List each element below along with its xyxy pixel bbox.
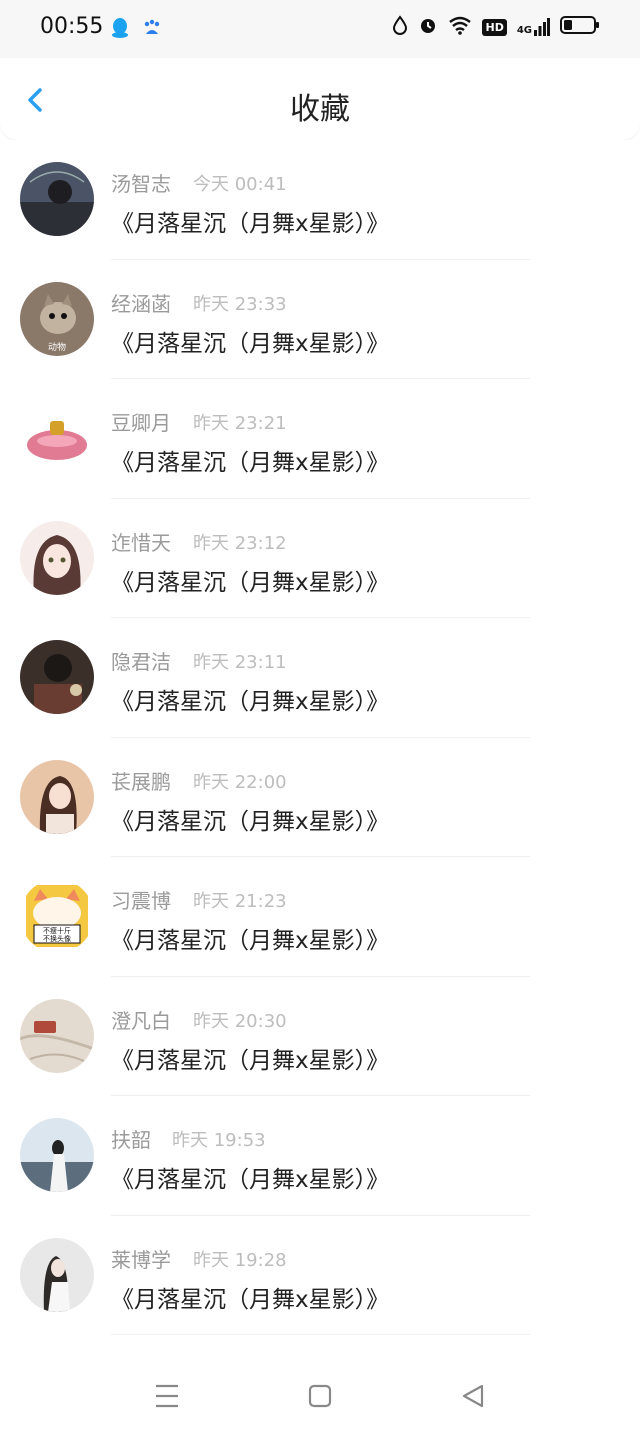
message-text: 《月落星沉（月舞x星影）》 [111,928,390,954]
message-text: 《月落星沉（月舞x星影）》 [111,330,390,357]
message-text: 《月落星沉（月舞x星影）》 [111,808,390,835]
triangle-back-icon [462,1384,484,1408]
baidu-icon [142,18,162,42]
message-text: 《月落星沉（月舞x星影）》 [111,450,390,476]
avatar [20,1118,94,1192]
avatar [20,520,94,595]
avatar [20,640,94,714]
status-bar: 00:55 HD 4G [0,0,640,58]
message-text: 《月落星沉（月舞x星影）》 [111,1286,390,1313]
timestamp: 昨天 23:11 [193,652,287,673]
svg-text:不瘦十斤: 不瘦十斤 [43,926,71,935]
nav-back-button[interactable] [453,1378,493,1414]
timestamp: 昨天 19:53 [172,1130,266,1151]
list-item[interactable]: 澄凡白 昨天 20:30 《月落星沉（月舞x星影）》 [0,977,640,1096]
avatar [20,1237,94,1312]
avatar: 动物 [20,281,94,356]
system-nav-bar [0,1360,640,1433]
list-item[interactable]: 豆卿月 昨天 23:21 《月落星沉（月舞x星影）》 [0,379,640,499]
avatar [20,759,94,834]
list-item[interactable]: 动物 经涵菡 昨天 23:33 《月落星沉（月舞x星影）》 [0,260,640,379]
contact-name: 莱博学 [111,1247,171,1272]
header-bar: 收藏 [0,58,640,140]
list-item[interactable]: 迮惜天 昨天 23:12 《月落星沉（月舞x星影）》 [0,499,640,618]
timestamp: 昨天 23:21 [193,413,287,434]
hd-badge: HD [482,18,507,36]
list-item[interactable]: 不瘦十斤 不换头像 习震博 昨天 21:23 《月落星沉（月舞x星影）》 [0,857,640,977]
list-item[interactable]: 汤智志 今天 00:41 《月落星沉（月舞x星影）》 [0,140,640,260]
wifi-icon [448,15,472,39]
signal-label: 4G [516,25,532,36]
home-button[interactable] [300,1378,340,1414]
contact-name: 隐君洁 [111,650,171,674]
list-item[interactable]: 隐君洁 昨天 23:11 《月落星沉（月舞x星影）》 [0,618,640,738]
message-text: 《月落星沉（月舞x星影）》 [111,569,390,596]
menu-icon [156,1384,178,1408]
avatar-text: 动物 [48,341,66,353]
contact-name: 汤智志 [111,172,171,196]
page-title: 收藏 [290,92,350,127]
battery-icon [560,15,600,39]
message-text: 《月落星沉（月舞x星影）》 [111,1167,390,1193]
timestamp: 昨天 20:30 [193,1010,287,1032]
status-time: 00:55 [40,14,104,39]
contact-name: 苌展鹏 [111,769,171,794]
timestamp: 昨天 23:12 [193,532,287,554]
contact-name: 扶韶 [111,1128,151,1152]
qq-icon [110,17,130,43]
contact-name: 迮惜天 [111,530,171,555]
timestamp: 昨天 22:00 [193,771,287,793]
list-item[interactable]: 苌展鹏 昨天 22:00 《月落星沉（月舞x星影）》 [0,738,640,857]
avatar: 不瘦十斤 不换头像 [20,879,94,953]
contact-name: 豆卿月 [111,411,171,435]
contact-name: 习震博 [111,889,171,913]
menu-button[interactable] [147,1378,187,1414]
avatar [20,401,94,475]
contact-name: 经涵菡 [111,291,171,316]
drop-icon [392,15,408,39]
timestamp: 昨天 19:28 [193,1249,287,1271]
list-item[interactable]: 扶韶 昨天 19:53 《月落星沉（月舞x星影）》 [0,1096,640,1216]
favorites-list: 汤智志 今天 00:41 《月落星沉（月舞x星影）》 动物 经涵菡 昨天 23:… [0,140,640,1335]
divider [111,1334,530,1335]
message-text: 《月落星沉（月舞x星影）》 [111,1047,390,1074]
alarm-icon [418,15,438,39]
svg-text:不换头像: 不换头像 [43,934,71,943]
message-text: 《月落星沉（月舞x星影）》 [111,211,390,237]
home-icon [308,1384,332,1408]
avatar [20,998,94,1073]
timestamp: 昨天 21:23 [193,891,287,912]
avatar [20,162,94,236]
timestamp: 今天 00:41 [193,174,287,195]
timestamp: 昨天 23:33 [193,293,287,315]
contact-name: 澄凡白 [111,1008,171,1033]
list-item[interactable]: 莱博学 昨天 19:28 《月落星沉（月舞x星影）》 [0,1216,640,1335]
signal-icon: 4G [517,18,550,36]
message-text: 《月落星沉（月舞x星影）》 [111,689,390,715]
